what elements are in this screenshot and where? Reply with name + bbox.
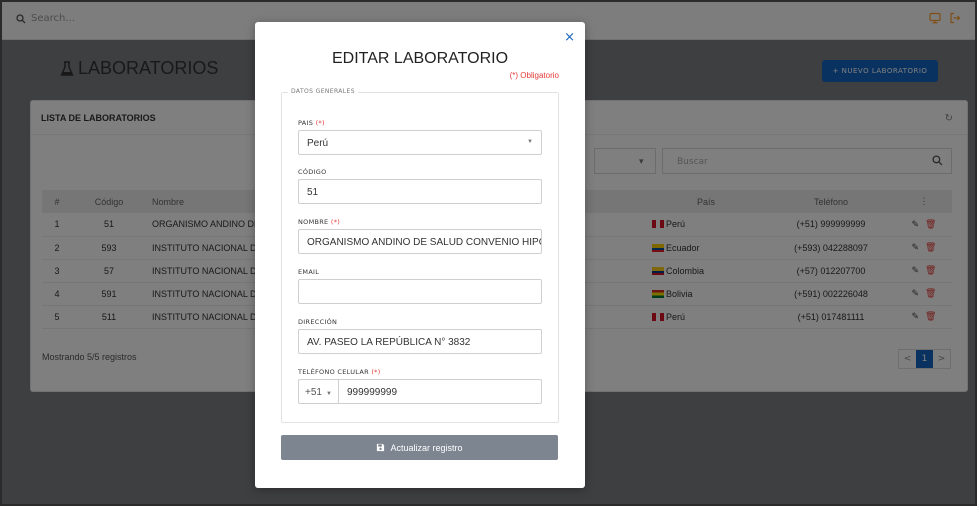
- phone-label: TELÉFONO CELULAR (*): [298, 368, 381, 376]
- edit-laboratory-modal: × EDITAR LABORATORIO (*) Obligatorio DAT…: [255, 22, 585, 488]
- update-record-button-label: Actualizar registro: [390, 442, 463, 453]
- phone-prefix-value: +51: [305, 387, 322, 398]
- name-label-text: NOMBRE: [298, 218, 329, 226]
- address-label: DIRECCIÓN: [298, 318, 338, 326]
- country-label-text: PAIS: [298, 119, 314, 127]
- name-label: NOMBRE (*): [298, 218, 340, 226]
- save-icon: [377, 443, 385, 452]
- country-select-value: Perú: [307, 138, 329, 149]
- address-field[interactable]: AV. PASEO LA REPÚBLICA N° 3832: [298, 329, 542, 354]
- chevron-down-icon: ▼: [527, 139, 533, 145]
- fieldset-legend: DATOS GENERALES: [288, 88, 358, 95]
- modal-title: EDITAR LABORATORIO: [331, 50, 509, 67]
- required-mark: (*): [371, 368, 381, 376]
- code-field[interactable]: 51: [298, 179, 542, 204]
- email-label: EMAIL: [298, 268, 320, 276]
- chevron-down-icon: ▼: [325, 391, 332, 397]
- required-mark: (*): [315, 119, 325, 127]
- country-select[interactable]: Perú ▼: [298, 130, 542, 155]
- name-field[interactable]: ORGANISMO ANDINO DE SALUD CONVENIO HIPÓL…: [298, 229, 542, 254]
- country-label: PAIS (*): [298, 119, 325, 127]
- close-icon[interactable]: ×: [564, 31, 575, 44]
- phone-prefix-select[interactable]: +51 ▼: [299, 380, 339, 403]
- email-field[interactable]: [298, 279, 542, 304]
- required-mark: (*): [330, 218, 341, 226]
- code-label: CÓDIGO: [298, 168, 327, 176]
- required-note: (*) Obligatorio: [509, 71, 559, 80]
- app-window: Search... LABORATORIOS + NUEVO LABORATOR…: [0, 0, 977, 506]
- phone-label-text: TELÉFONO CELULAR: [298, 368, 369, 376]
- phone-field[interactable]: +51 ▼ 999999999: [298, 379, 542, 404]
- update-record-button[interactable]: Actualizar registro: [281, 435, 558, 460]
- general-data-fieldset: DATOS GENERALES PAIS (*) Perú ▼ CÓDIGO 5…: [281, 88, 559, 423]
- phone-number-value: 999999999: [347, 387, 398, 398]
